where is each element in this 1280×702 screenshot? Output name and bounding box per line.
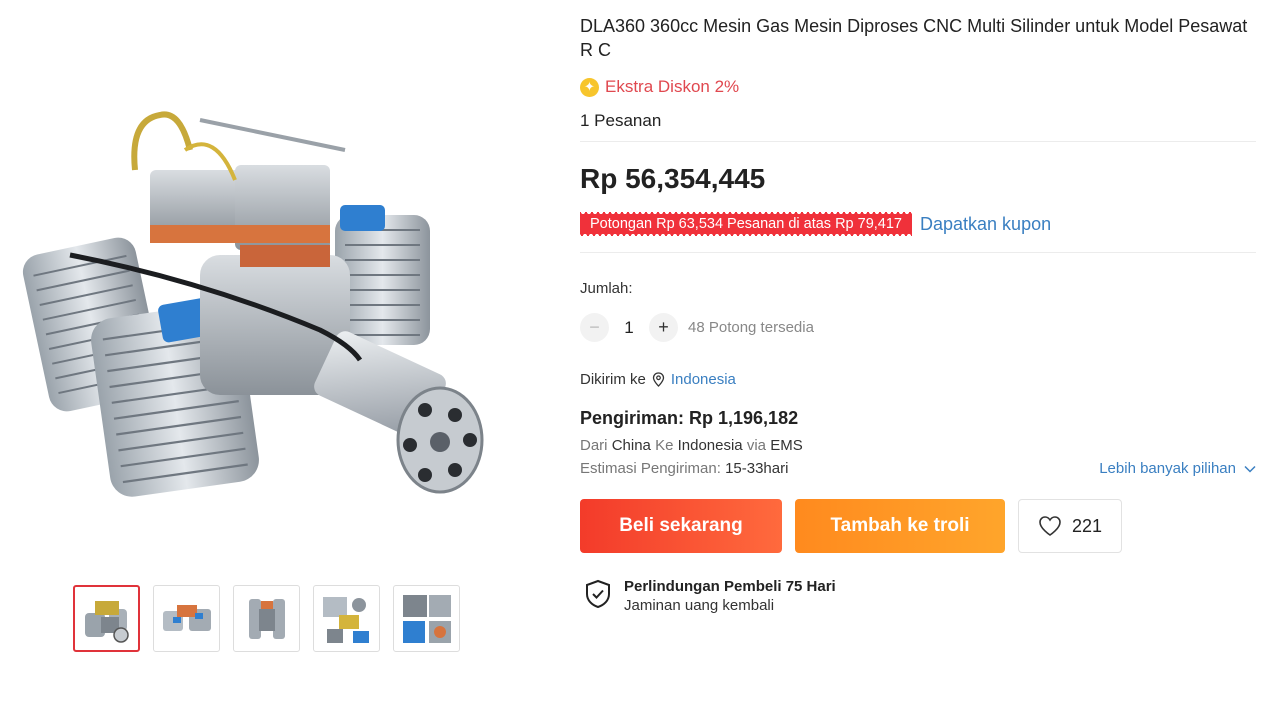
thumbnail-5[interactable]	[393, 585, 460, 652]
eta-label: Estimasi Pengiriman:	[580, 460, 721, 477]
thumbnail-2[interactable]	[153, 585, 220, 652]
thumbnail-image	[248, 598, 285, 639]
thumbnail-strip	[73, 585, 460, 652]
shipping-eta: Estimasi Pengiriman: 15-33hari	[580, 460, 788, 477]
thumbnail-image	[162, 604, 211, 631]
protection-text: Perlindungan Pembeli 75 Hari Jaminan uan…	[624, 578, 836, 614]
buy-now-button[interactable]: Beli sekarang	[580, 499, 782, 553]
stock-available: 48 Potong tersedia	[688, 319, 814, 336]
route-via: EMS	[770, 437, 803, 454]
ship-to-row: Dikirim ke Indonesia	[580, 371, 1256, 388]
increase-quantity-button[interactable]: +	[649, 313, 678, 342]
location-pin-icon	[652, 372, 664, 387]
prop-hub	[314, 331, 484, 494]
shipping-cost: Pengiriman: Rp 1,196,182	[580, 408, 799, 428]
shipping-eta-row: Estimasi Pengiriman: 15-33hari Lebih ban…	[580, 460, 1256, 477]
decrease-quantity-button[interactable]: −	[580, 313, 609, 342]
coupon-tag: Potongan Rp 63,534 Pesanan di atas Rp 79…	[580, 212, 912, 236]
divider	[580, 141, 1256, 142]
product-details: DLA360 360cc Mesin Gas Mesin Diproses CN…	[580, 14, 1256, 614]
protection-subtitle: Jaminan uang kembali	[624, 597, 775, 614]
coupon-row: Potongan Rp 63,534 Pesanan di atas Rp 79…	[580, 212, 1256, 236]
buyer-protection: Perlindungan Pembeli 75 Hari Jaminan uan…	[580, 578, 1256, 614]
thumbnail-4[interactable]	[313, 585, 380, 652]
promo-text: Ekstra Diskon 2%	[605, 77, 740, 96]
shipping-route: Dari China Ke Indonesia via EMS	[580, 437, 1256, 454]
quantity-stepper: − 1 + 48 Potong tersedia	[580, 313, 1256, 342]
order-count: 1 Pesanan	[580, 111, 662, 130]
quantity-label: Jumlah:	[580, 280, 633, 297]
thumbnail-image	[84, 600, 129, 643]
route-via-label: via	[746, 437, 767, 454]
product-price: Rp 56,354,445	[580, 163, 766, 194]
engine-illustration	[22, 111, 484, 497]
thumbnail-image	[322, 596, 369, 643]
more-options-label: Lebih banyak pilihan	[1099, 460, 1236, 477]
route-from-label: Dari	[580, 437, 608, 454]
wishlist-count: 221	[1071, 515, 1103, 536]
product-title: DLA360 360cc Mesin Gas Mesin Diproses CN…	[580, 16, 1248, 60]
get-coupon-link[interactable]: Dapatkan kupon	[920, 214, 1051, 235]
action-buttons: Beli sekarang Tambah ke troli 221	[580, 499, 1256, 553]
main-product-image[interactable]	[0, 30, 540, 520]
more-shipping-options-link[interactable]: Lebih banyak pilihan	[1099, 460, 1256, 477]
ship-to-label: Dikirim ke	[580, 371, 646, 388]
add-to-cart-button[interactable]: Tambah ke troli	[795, 499, 1005, 553]
divider	[580, 252, 1256, 253]
wishlist-button[interactable]: 221	[1018, 499, 1122, 553]
route-to: Indonesia	[677, 437, 743, 454]
extra-discount-promo: ✦ Ekstra Diskon 2%	[580, 77, 1256, 97]
protection-title: Perlindungan Pembeli 75 Hari	[624, 578, 836, 595]
chevron-down-icon	[1244, 465, 1256, 473]
route-from: China	[611, 437, 651, 454]
route-to-label: Ke	[655, 437, 674, 454]
ship-to-country-link[interactable]: Indonesia	[671, 371, 736, 388]
thumbnail-image	[402, 594, 451, 643]
thumbnail-1[interactable]	[73, 585, 140, 652]
thumbnail-3[interactable]	[233, 585, 300, 652]
quantity-value[interactable]: 1	[609, 318, 649, 338]
shield-check-icon	[586, 579, 610, 609]
star-badge-icon: ✦	[580, 77, 599, 97]
carburetor	[131, 111, 346, 267]
heart-icon	[1039, 516, 1061, 536]
eta-value: 15-33hari	[725, 460, 789, 477]
